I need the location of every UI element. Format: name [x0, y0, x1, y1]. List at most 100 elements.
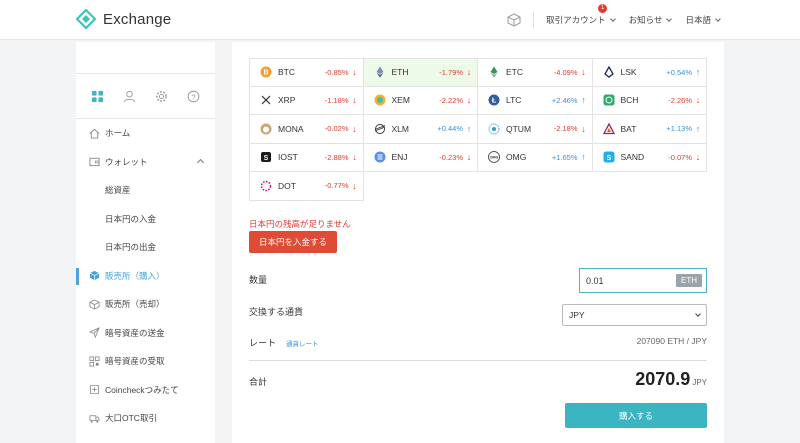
arrow-down-icon: ↓ [581, 67, 586, 78]
coin-cell-xlm[interactable]: XLM +0.44% ↑ [363, 115, 478, 144]
coin-change: -1.79% [439, 67, 463, 77]
help-icon[interactable]: ? [186, 89, 200, 103]
sidebar-top [76, 42, 215, 74]
coin-cell-ltc[interactable]: Ł LTC +2.46% ↑ [478, 86, 593, 115]
coin-change: -2.18% [553, 124, 578, 134]
coin-name: LTC [506, 95, 522, 106]
coin-cell-omg[interactable]: OMG OMG +1.65% ↑ [478, 143, 593, 172]
coin-name: LSK [620, 67, 637, 78]
coin-cell-btc[interactable]: B BTC -0.85% ↓ [249, 58, 364, 87]
total-value: 2070.9 [635, 369, 691, 389]
rate-label: レート [249, 338, 277, 348]
sidebar-item-label: Coincheckつみたて [105, 384, 179, 395]
sidebar-item-buy[interactable]: 販売所（購入） [76, 262, 215, 291]
sidebar-item-label: 日本円の入金 [105, 213, 157, 224]
logo-icon [76, 9, 96, 29]
coin-cell-lsk[interactable]: LSK +0.54% ↑ [592, 58, 707, 87]
coin-cell-bat[interactable]: BAT +1.13% ↑ [592, 115, 707, 144]
sidebar-item-otc[interactable]: 大口OTC取引 [76, 404, 215, 433]
chevron-down-icon [715, 16, 721, 22]
top-header: Exchange 取引アカウント 1 お知らせ 日本語 [0, 0, 800, 40]
chevron-up-icon [196, 158, 205, 166]
sidebar-item-jpy-deposit[interactable]: 日本円の入金 [76, 205, 215, 234]
chevron-down-icon [609, 16, 616, 22]
arrow-down-icon: ↓ [466, 95, 472, 106]
news-menu-label: お知らせ [628, 15, 663, 25]
coin-cell-qtum[interactable]: QTUM -2.18% ↓ [478, 115, 593, 144]
xrp-coin-icon [260, 94, 272, 106]
box-icon [88, 270, 100, 282]
gear-icon[interactable] [154, 89, 168, 103]
sidebar-item-tsumitate[interactable]: Coincheckつみたて [76, 376, 215, 405]
sidebar-item-wallet[interactable]: ウォレット [76, 148, 215, 177]
divider [249, 360, 707, 361]
currency-select-value: JPY [569, 310, 585, 320]
coin-name: XEM [391, 95, 410, 106]
logo[interactable]: Exchange [76, 9, 171, 29]
sidebar-item-sell[interactable]: 販売所（売却） [76, 290, 215, 319]
coin-cell-xrp[interactable]: XRP -1.18% ↓ [249, 86, 364, 115]
coin-cell-dot[interactable]: DOT -0.77% ↓ [249, 172, 364, 201]
sidebar-item-receive[interactable]: 暗号資産の受取 [76, 347, 215, 376]
iost-coin-icon: S [260, 151, 272, 163]
coin-cell-enj[interactable]: ENJ -0.23% ↓ [363, 143, 478, 172]
sidebar-item-home[interactable]: ホーム [76, 119, 215, 148]
arrow-up-icon: ↑ [581, 152, 586, 163]
coin-cell-mona[interactable]: MONA -0.02% ↓ [249, 115, 364, 144]
coin-change: -2.22% [439, 95, 463, 105]
currency-select[interactable]: JPY [562, 304, 707, 326]
svg-text:OMG: OMG [490, 156, 499, 160]
arrow-down-icon: ↓ [695, 95, 701, 106]
sidebar-item-label: 販売所（購入） [105, 270, 165, 281]
arrow-up-icon: ↑ [695, 123, 701, 134]
sidebar-tabs: ? [76, 74, 215, 119]
xlm-coin-icon [374, 123, 386, 135]
account-menu[interactable]: 取引アカウント 1 [546, 4, 616, 26]
btc-coin-icon: B [260, 66, 272, 78]
language-menu-label: 日本語 [685, 15, 711, 25]
coin-change: +2.46% [551, 95, 578, 105]
coin-cell-xem[interactable]: XEM -2.22% ↓ [363, 86, 478, 115]
send-icon [88, 327, 100, 339]
coin-cell-sand[interactable]: S SAND -0.07% ↓ [592, 143, 707, 172]
coin-name: ETH [391, 67, 409, 78]
coin-change: +1.65% [551, 152, 578, 162]
arrow-down-icon: ↓ [466, 67, 472, 78]
coin-cell-eth[interactable]: ETH -1.79% ↓ [363, 58, 478, 87]
coin-name: ETC [506, 67, 523, 78]
coin-name: XLM [391, 123, 409, 134]
account-menu-label: 取引アカウント [546, 15, 606, 25]
coin-change: -4.09% [553, 67, 578, 77]
language-menu[interactable]: 日本語 [685, 14, 721, 26]
cube-icon[interactable] [507, 13, 521, 27]
coin-cell-bch[interactable]: BCH -2.26% ↓ [592, 86, 707, 115]
arrow-down-icon: ↓ [352, 67, 357, 78]
svg-text:?: ? [191, 92, 195, 101]
buy-button[interactable]: 購入する [565, 403, 707, 428]
coin-name: BCH [620, 95, 639, 106]
svg-text:S: S [606, 155, 611, 162]
arrow-up-icon: ↑ [695, 67, 701, 78]
quantity-input[interactable] [586, 275, 676, 286]
deposit-jpy-button[interactable]: 日本円を入金する [249, 231, 337, 253]
total-label: 合計 [249, 377, 268, 387]
currency-label: 交換する通貨 [249, 307, 304, 317]
sidebar-item-jpy-withdraw[interactable]: 日本円の出金 [76, 233, 215, 262]
coin-cell-iost[interactable]: S IOST -2.88% ↓ [249, 143, 364, 172]
sidebar-item-label: 暗号資産の送金 [105, 327, 165, 338]
arrow-down-icon: ↓ [352, 123, 357, 134]
user-icon[interactable] [123, 89, 137, 103]
eth-coin-icon [374, 66, 386, 78]
news-menu[interactable]: お知らせ [628, 14, 673, 26]
qtum-coin-icon [488, 123, 500, 135]
coin-name: XRP [278, 95, 296, 106]
dashboard-icon[interactable] [91, 89, 105, 103]
coin-change: -0.02% [324, 124, 349, 134]
sidebar-item-send[interactable]: 暗号資産の送金 [76, 319, 215, 348]
currency-rate-link[interactable]: 通貨レート [286, 338, 319, 348]
sidebar-item-label: ホーム [105, 128, 131, 139]
coin-cell-etc[interactable]: ETC -4.09% ↓ [478, 58, 593, 87]
sidebar-item-label: 暗号資産の受取 [105, 356, 165, 367]
omg-coin-icon: OMG [488, 151, 500, 164]
sidebar-item-total-assets[interactable]: 総資産 [76, 176, 215, 205]
